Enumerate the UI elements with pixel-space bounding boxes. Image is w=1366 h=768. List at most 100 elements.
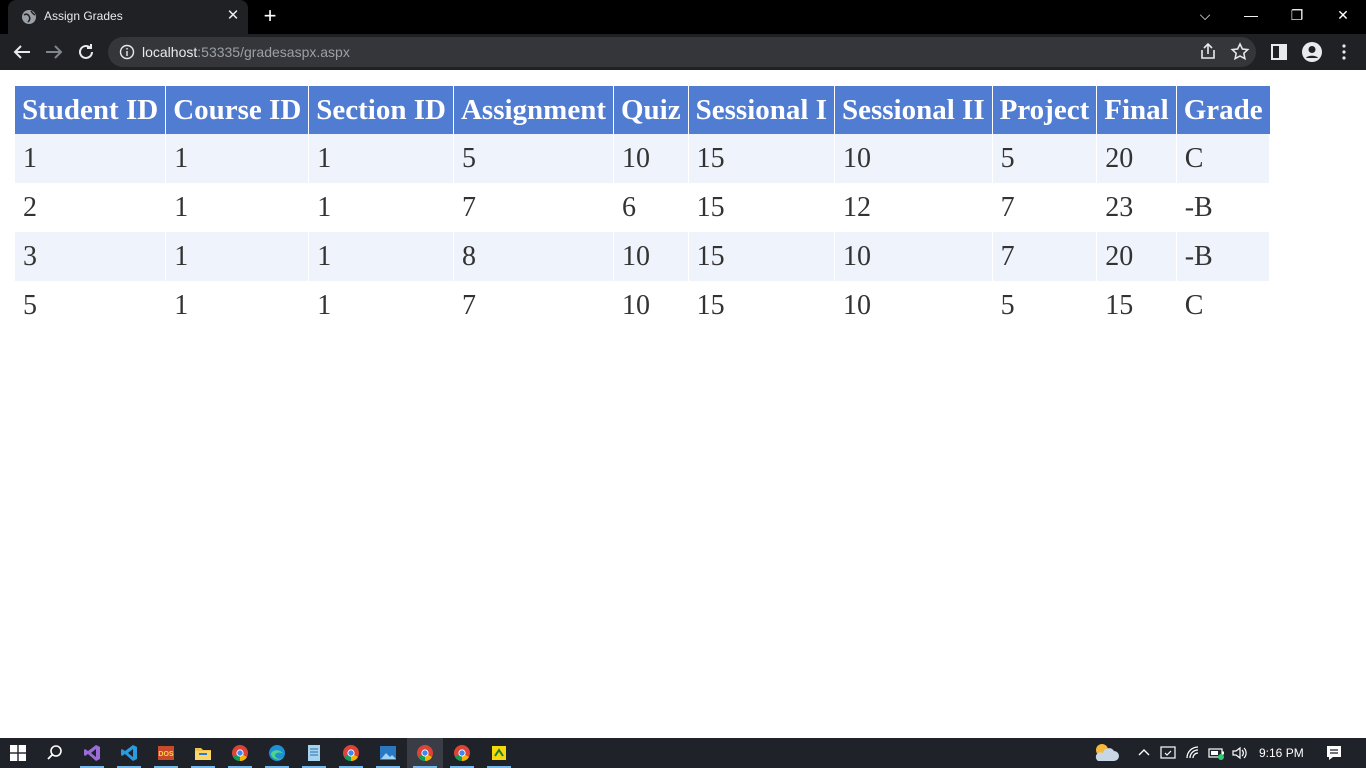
cell-sessional-ii: 10 (834, 281, 993, 330)
taskbar-vscode[interactable] (111, 738, 147, 768)
header-sessional-ii: Sessional II (834, 86, 993, 134)
taskbar-chrome-4[interactable] (444, 738, 480, 768)
info-icon[interactable] (119, 44, 135, 60)
tab-search-chevron-icon[interactable]: ⌵ (1182, 0, 1228, 34)
cell-project: 5 (992, 134, 1098, 183)
profile-avatar-icon[interactable] (1300, 40, 1324, 64)
cell-assignment: 5 (453, 134, 615, 183)
cell-grade: -B (1176, 232, 1271, 281)
restore-button[interactable]: ❐ (1274, 0, 1320, 34)
cell-assignment: 8 (453, 232, 615, 281)
close-window-button[interactable]: ✕ (1320, 0, 1366, 34)
taskbar-sticky-app[interactable] (481, 738, 517, 768)
battery-icon[interactable] (1208, 746, 1226, 760)
header-quiz: Quiz (613, 86, 689, 134)
cell-student-id: 1 (15, 134, 167, 183)
bookmark-star-icon[interactable] (1228, 40, 1252, 64)
taskbar-photos[interactable] (370, 738, 406, 768)
table-row: 2 1 1 7 6 15 12 7 23 -B (15, 183, 1271, 232)
tab-title: Assign Grades (44, 9, 123, 23)
chrome-icon (232, 745, 248, 762)
photos-icon (380, 746, 396, 760)
taskbar-dosbox[interactable]: DOS (148, 738, 184, 768)
header-grade: Grade (1176, 86, 1270, 134)
cell-student-id: 5 (15, 281, 167, 330)
back-arrow-icon (13, 45, 30, 59)
volume-icon[interactable] (1231, 745, 1247, 761)
reload-icon (79, 44, 93, 59)
cell-assignment: 7 (453, 183, 615, 232)
cell-final: 20 (1096, 134, 1177, 183)
table-row: 3 1 1 8 10 15 10 7 20 -B (15, 232, 1271, 281)
chevron-up-icon[interactable] (1137, 746, 1151, 760)
cell-sessional-i: 15 (688, 232, 835, 281)
taskbar-chrome-3[interactable] (407, 738, 443, 768)
cell-assignment: 7 (453, 281, 615, 330)
chrome-icon (343, 745, 359, 762)
cell-course-id: 1 (165, 134, 310, 183)
header-final: Final (1096, 86, 1177, 134)
header-assignment: Assignment (453, 86, 615, 134)
browser-title-bar: Assign Grades ✕ + ⌵ — ❐ ✕ (0, 0, 1366, 34)
chrome-icon (417, 745, 433, 762)
cell-grade: -B (1176, 183, 1271, 232)
header-section-id: Section ID (308, 86, 454, 134)
security-tray-icon[interactable] (1160, 745, 1176, 761)
dosbox-icon: DOS (158, 746, 174, 760)
cell-final: 20 (1096, 232, 1177, 281)
taskbar-notepad[interactable] (296, 738, 332, 768)
header-project: Project (992, 86, 1098, 134)
weather-cloud-icon[interactable] (1092, 741, 1120, 765)
cell-section-id: 1 (308, 134, 454, 183)
globe-icon (22, 10, 36, 24)
header-course-id: Course ID (165, 86, 310, 134)
cell-sessional-i: 15 (688, 281, 835, 330)
taskbar-chrome-2[interactable] (333, 738, 369, 768)
cell-course-id: 1 (165, 281, 310, 330)
taskbar-chrome-1[interactable] (222, 738, 258, 768)
cell-student-id: 3 (15, 232, 167, 281)
cell-project: 7 (992, 183, 1098, 232)
browser-toolbar: localhost:53335/gradesaspx.aspx (0, 34, 1366, 70)
taskbar-edge[interactable] (259, 738, 295, 768)
cell-sessional-ii: 10 (834, 134, 993, 183)
vscode-icon (121, 745, 137, 761)
address-bar[interactable]: localhost:53335/gradesaspx.aspx (108, 37, 1256, 67)
taskbar-visual-studio[interactable] (74, 738, 110, 768)
notifications-icon[interactable] (1325, 744, 1343, 762)
notepad-icon (308, 745, 320, 761)
cell-student-id: 2 (15, 183, 167, 232)
share-icon[interactable] (1196, 40, 1220, 64)
cell-sessional-i: 15 (688, 134, 835, 183)
cell-course-id: 1 (165, 183, 310, 232)
new-tab-button[interactable]: + (258, 5, 282, 29)
svg-text:DOS: DOS (158, 751, 174, 758)
side-panel-icon[interactable] (1267, 40, 1291, 64)
forward-button[interactable] (42, 40, 66, 64)
cell-quiz: 10 (613, 134, 689, 183)
sticky-app-icon (492, 746, 506, 760)
close-tab-icon[interactable]: ✕ (223, 6, 243, 26)
url-path: :53335/gradesaspx.aspx (197, 44, 350, 60)
visual-studio-icon (84, 745, 100, 761)
browser-tab[interactable]: Assign Grades ✕ (8, 0, 248, 34)
taskbar-file-explorer[interactable] (185, 738, 221, 768)
cell-project: 5 (992, 281, 1098, 330)
cell-course-id: 1 (165, 232, 310, 281)
more-menu-icon[interactable] (1332, 40, 1356, 64)
edge-icon (269, 745, 285, 761)
taskbar-clock[interactable]: 9:16 PM (1259, 746, 1304, 760)
cell-section-id: 1 (308, 232, 454, 281)
grades-table: Student ID Course ID Section ID Assignme… (15, 86, 1271, 330)
table-header-row: Student ID Course ID Section ID Assignme… (15, 86, 1270, 134)
cell-section-id: 1 (308, 183, 454, 232)
reload-button[interactable] (74, 40, 98, 64)
page-content: Student ID Course ID Section ID Assignme… (0, 70, 1366, 738)
cell-final: 15 (1096, 281, 1177, 330)
wifi-icon[interactable] (1185, 745, 1201, 761)
minimize-button[interactable]: — (1228, 0, 1274, 34)
cell-project: 7 (992, 232, 1098, 281)
back-button[interactable] (10, 40, 34, 64)
start-button[interactable] (0, 738, 36, 768)
taskbar-search-button[interactable] (37, 738, 73, 768)
